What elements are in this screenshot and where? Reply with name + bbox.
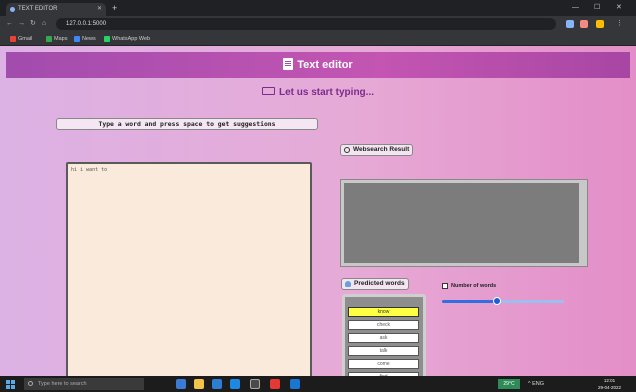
bookmark-icon bbox=[46, 36, 52, 42]
keyboard-icon bbox=[261, 87, 275, 95]
system-tray[interactable]: ^ ENG bbox=[528, 378, 544, 390]
store-icon[interactable] bbox=[212, 379, 222, 389]
address-bar[interactable]: 127.0.0.1:5000 bbox=[56, 18, 556, 30]
taskbar-search-input[interactable]: Type here to search bbox=[24, 378, 144, 390]
minimize-icon[interactable]: — bbox=[572, 2, 579, 14]
websearch-result-box[interactable] bbox=[341, 180, 587, 266]
document-icon bbox=[283, 58, 294, 70]
search-icon bbox=[28, 381, 33, 386]
bookmark-icon bbox=[74, 36, 80, 42]
websearch-result-label: Websearch Result bbox=[340, 144, 414, 156]
reload-icon[interactable]: ↻ bbox=[30, 18, 36, 30]
predicted-words-label: Predicted words bbox=[341, 278, 409, 290]
home-icon[interactable]: ⌂ bbox=[42, 18, 46, 30]
slider-thumb[interactable] bbox=[492, 297, 501, 305]
bookmark-label: WhatsApp Web bbox=[112, 36, 151, 42]
app-title: Text editor bbox=[6, 58, 630, 72]
windows-start-icon[interactable] bbox=[6, 380, 15, 389]
bookmark-icon bbox=[104, 36, 110, 42]
new-tab-button[interactable]: + bbox=[112, 2, 117, 14]
bookmark-label: Gmail bbox=[18, 36, 33, 42]
lightbulb-icon bbox=[345, 281, 351, 287]
search-icon bbox=[344, 147, 350, 153]
tab-title: TEXT EDITOR bbox=[18, 6, 58, 12]
file-explorer-icon[interactable] bbox=[194, 379, 204, 389]
slider-fill bbox=[442, 300, 497, 303]
checkbox-icon[interactable] bbox=[442, 283, 448, 289]
bookmark-icon bbox=[10, 36, 16, 42]
forward-icon[interactable]: → bbox=[18, 18, 25, 30]
bookmark-label: Maps bbox=[54, 36, 68, 42]
predicted-word-item[interactable]: know bbox=[348, 307, 419, 317]
subtitle-text: Let us start typing... bbox=[278, 87, 374, 98]
predicted-word-item[interactable]: check bbox=[348, 320, 419, 330]
vscode-icon[interactable] bbox=[290, 379, 300, 389]
back-icon[interactable]: ← bbox=[6, 18, 13, 30]
app-title-text: Text editor bbox=[297, 59, 353, 71]
maximize-icon[interactable]: ☐ bbox=[594, 2, 600, 14]
task-view-icon[interactable] bbox=[176, 379, 186, 389]
predicted-word-item[interactable]: ask bbox=[348, 333, 419, 343]
bookmark-item[interactable]: Gmail bbox=[10, 34, 32, 44]
predicted-words-list: knowcheckasktalkcomefind bbox=[342, 294, 426, 376]
clock-time: 12:01 bbox=[603, 378, 616, 383]
app-header: Text editor bbox=[6, 52, 630, 78]
app-icon[interactable] bbox=[270, 379, 280, 389]
browser-toolbar: ← → ↻ ⌂ 127.0.0.1:5000 ⋮ bbox=[0, 16, 636, 32]
bookmark-item[interactable]: News bbox=[74, 34, 96, 44]
taskbar: Type here to search 29°C ^ ENG 12:01 29-… bbox=[0, 376, 636, 392]
text-editor-area[interactable]: hi i want to bbox=[66, 162, 312, 376]
tab-favicon-icon bbox=[10, 7, 15, 12]
bookmarks-bar: Gmail Maps News WhatsApp Web bbox=[0, 32, 636, 46]
bookmark-item[interactable]: WhatsApp Web bbox=[104, 34, 150, 44]
page-subtitle: Let us start typing... bbox=[0, 86, 636, 100]
weather-widget[interactable]: 29°C bbox=[498, 379, 520, 389]
menu-icon[interactable]: ⋮ bbox=[616, 18, 623, 30]
mail-icon[interactable] bbox=[230, 379, 240, 389]
predicted-word-item[interactable]: come bbox=[348, 359, 419, 369]
browser-tab[interactable]: TEXT EDITOR ✕ bbox=[6, 3, 106, 16]
predicted-word-item[interactable]: talk bbox=[348, 346, 419, 356]
extension-icon[interactable] bbox=[566, 20, 574, 28]
tab-close-icon[interactable]: ✕ bbox=[97, 3, 102, 16]
clock[interactable]: 12:01 29-04-2022 bbox=[598, 377, 621, 391]
web-page: Text editor Let us start typing... Type … bbox=[0, 46, 636, 376]
number-of-words-label: Number of words bbox=[442, 282, 496, 292]
instruction-label: Type a word and press space to get sugge… bbox=[56, 118, 318, 130]
close-window-icon[interactable]: ✕ bbox=[616, 2, 622, 14]
profile-icon[interactable] bbox=[596, 20, 604, 28]
chrome-icon[interactable] bbox=[250, 379, 260, 389]
number-of-words-slider[interactable] bbox=[442, 297, 564, 305]
bookmark-label: News bbox=[82, 36, 96, 42]
extension-icon[interactable] bbox=[580, 20, 588, 28]
url-text: 127.0.0.1:5000 bbox=[66, 21, 107, 27]
clock-date: 29-04-2022 bbox=[598, 385, 622, 390]
bookmark-item[interactable]: Maps bbox=[46, 34, 67, 44]
browser-tab-strip: TEXT EDITOR ✕ + — ☐ ✕ bbox=[0, 0, 636, 16]
